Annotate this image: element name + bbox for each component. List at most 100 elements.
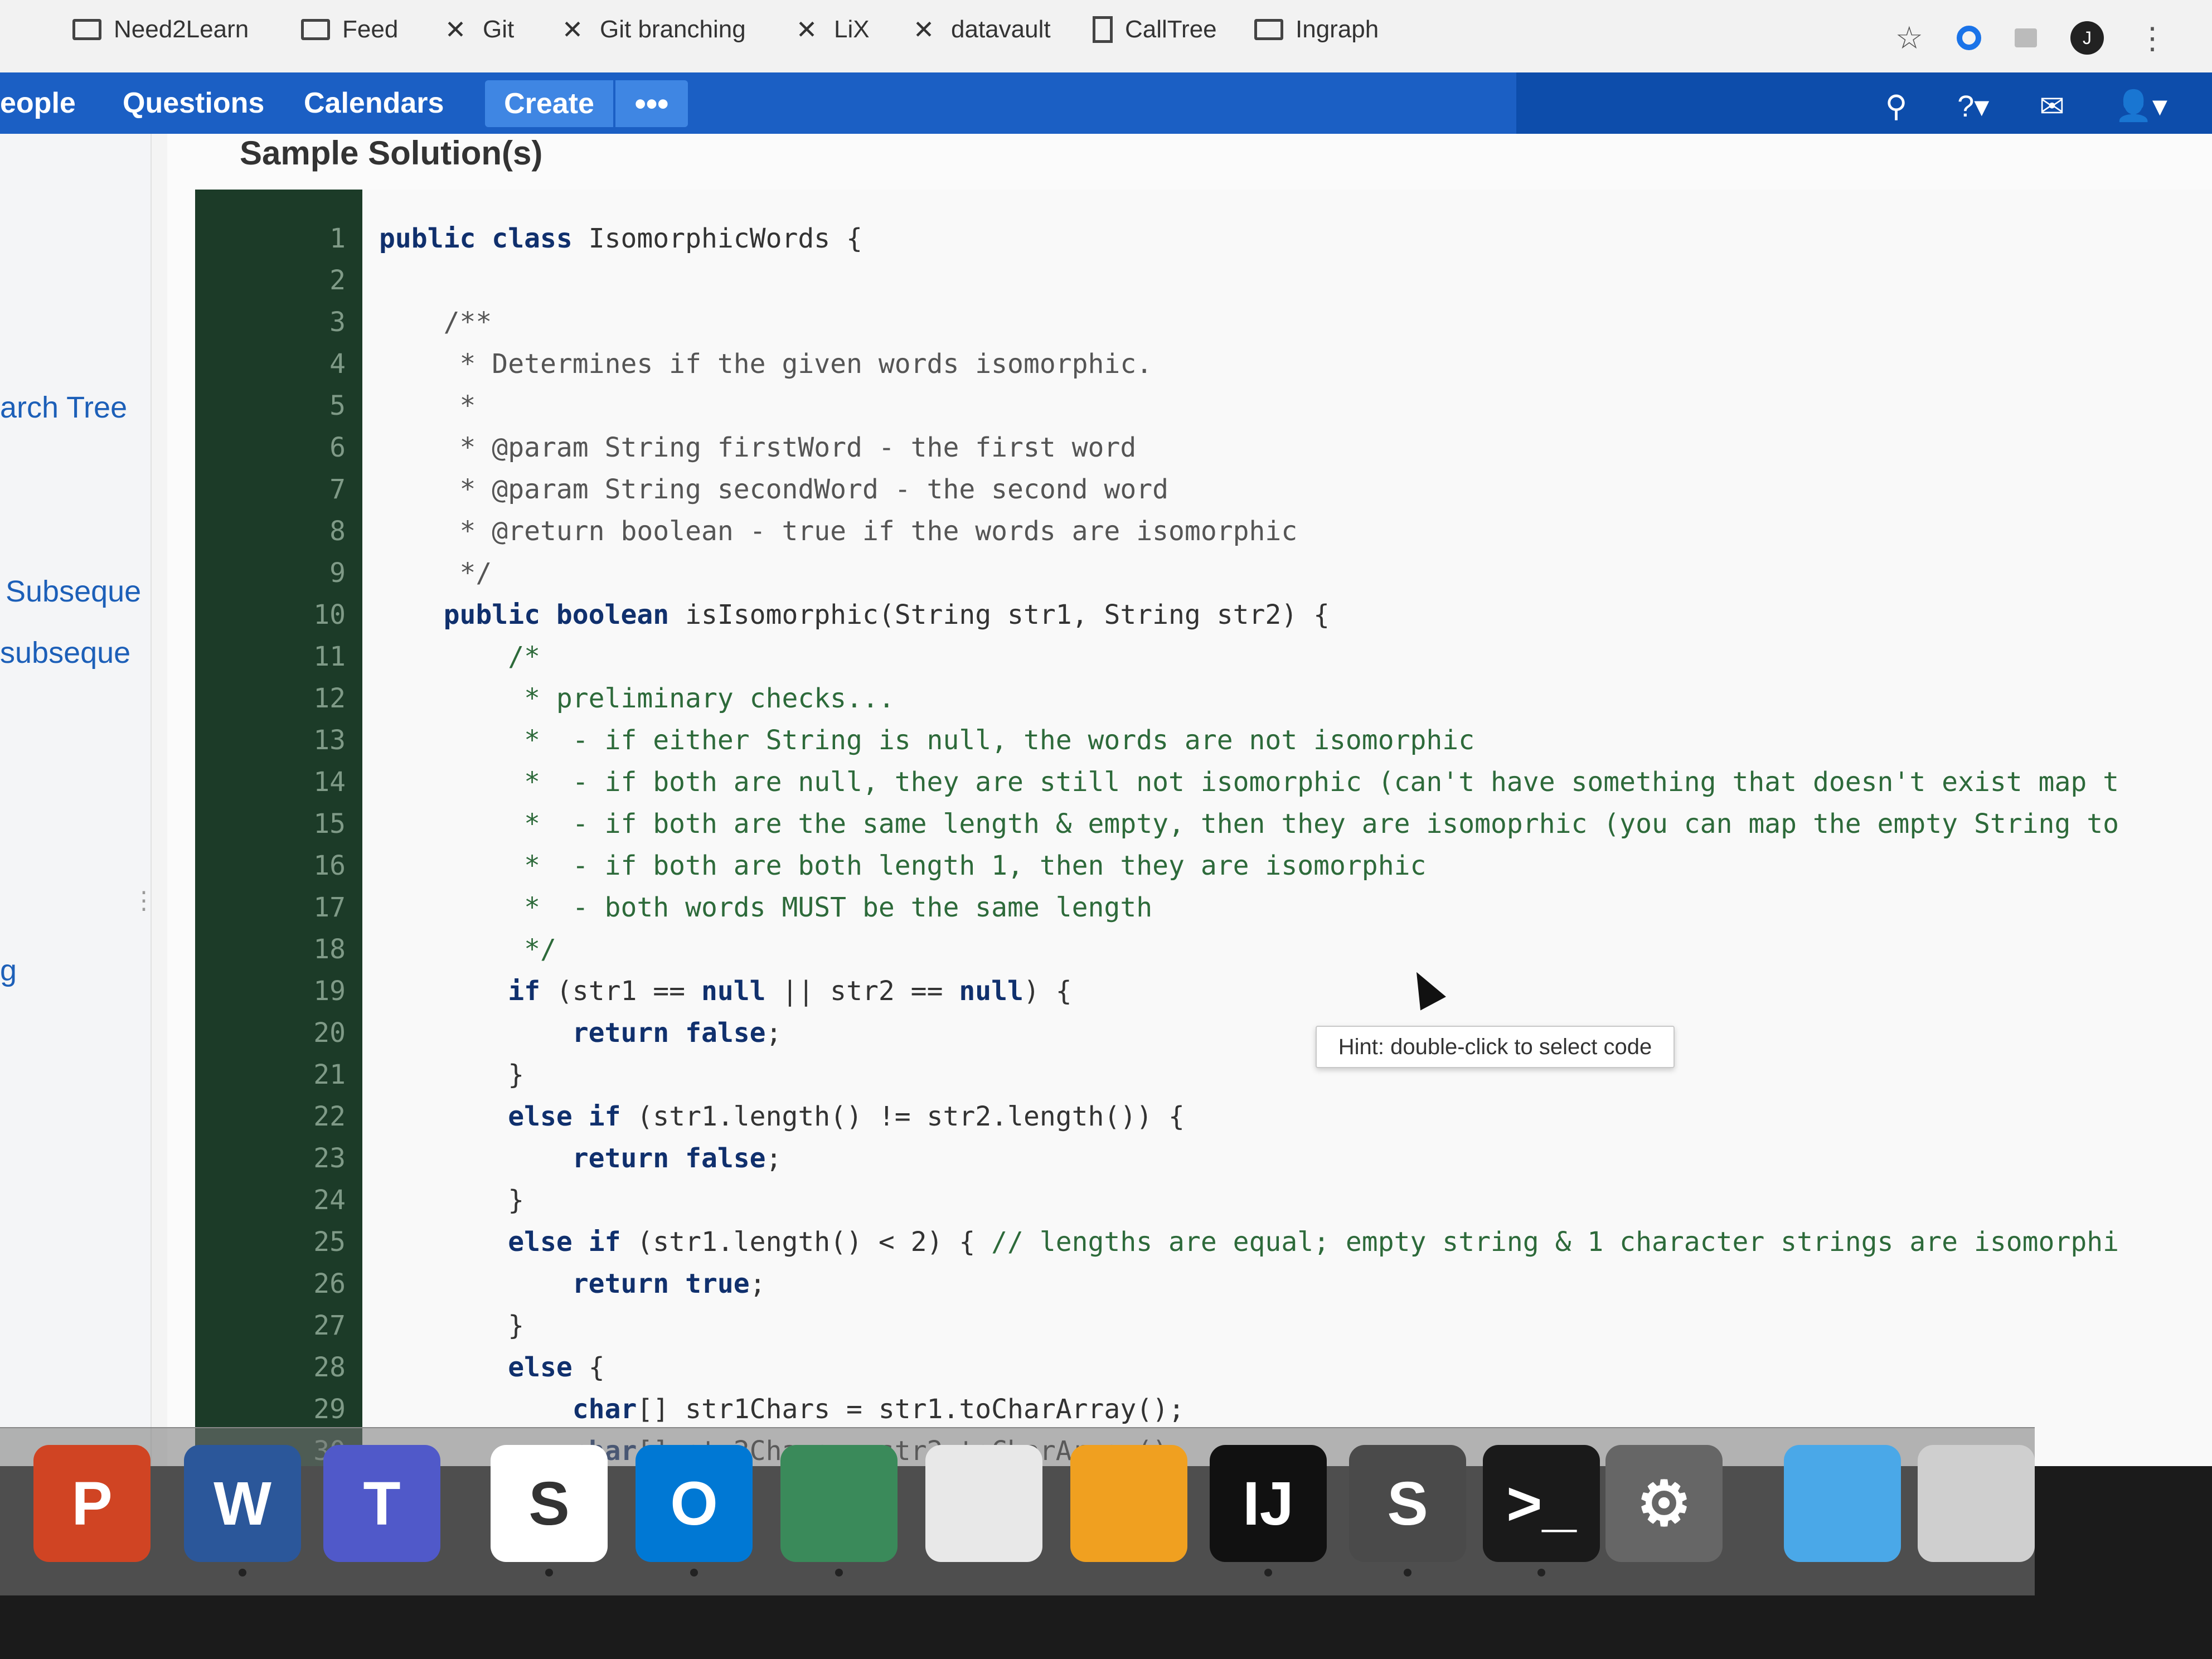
downloads-icon[interactable] xyxy=(1784,1445,1901,1562)
code-token: * @param String firstWord - the first wo… xyxy=(379,432,1137,463)
sidebar-link-subsequence[interactable]: Subseque xyxy=(6,574,141,609)
code-line[interactable]: /** xyxy=(379,307,492,338)
intellij-icon[interactable]: IJ xyxy=(1210,1445,1327,1562)
line-number: 21 xyxy=(313,1059,346,1090)
code-token: else if xyxy=(379,1101,637,1132)
code-line[interactable]: return false; xyxy=(379,1143,782,1174)
line-number: 12 xyxy=(313,683,346,714)
create-button[interactable]: Create xyxy=(485,80,613,127)
outlook-icon[interactable]: O xyxy=(636,1445,753,1562)
code-line[interactable]: } xyxy=(379,1185,524,1216)
code-line[interactable]: else if (str1.length() < 2) { // lengths… xyxy=(379,1226,2119,1258)
sublime-icon[interactable]: S xyxy=(1349,1445,1466,1562)
appstore-icon[interactable] xyxy=(1070,1445,1187,1562)
code-token: { xyxy=(588,1352,605,1383)
bookmark-git[interactable]: ✕ Git xyxy=(440,10,515,49)
vpn-icon[interactable] xyxy=(780,1445,898,1562)
bookmark-label: Need2Learn xyxy=(114,16,249,43)
word-icon[interactable]: W xyxy=(184,1445,301,1562)
extension-icon[interactable] xyxy=(2015,28,2037,47)
bookmark-lix[interactable]: ✕ LiX xyxy=(792,10,870,49)
nav-right-icons: ⚲ ?▾ ✉ 👤▾ xyxy=(1885,78,2167,134)
wifi-icon[interactable] xyxy=(925,1445,1042,1562)
code-line[interactable]: * @return boolean - true if the words ar… xyxy=(379,516,1297,547)
running-indicator xyxy=(1264,1569,1272,1576)
tools-icon: ✕ xyxy=(561,15,584,44)
sidebar-link-g[interactable]: g xyxy=(0,953,17,988)
browser-menu-icon[interactable]: ⋮ xyxy=(2137,21,2167,56)
line-number: 27 xyxy=(313,1310,346,1341)
extension-ring-icon[interactable] xyxy=(1957,26,1981,50)
code-line[interactable]: public class IsomorphicWords { xyxy=(379,223,862,254)
line-number: 18 xyxy=(313,934,346,965)
code-token: /* xyxy=(379,641,540,672)
code-line[interactable]: } xyxy=(379,1059,524,1090)
code-line[interactable]: */ xyxy=(379,557,492,589)
nav-questions[interactable]: Questions xyxy=(123,85,264,122)
code-line[interactable]: * - both words MUST be the same length xyxy=(379,892,1152,923)
notifications-icon[interactable]: ✉ xyxy=(2039,89,2064,124)
powerpoint-icon[interactable]: P xyxy=(33,1445,151,1562)
code-token: IsomorphicWords { xyxy=(588,223,862,254)
code-line[interactable]: else { xyxy=(379,1352,605,1383)
trash-icon[interactable] xyxy=(1918,1445,2035,1562)
nav-people[interactable]: eople xyxy=(0,85,76,122)
terminal-icon[interactable]: >_ xyxy=(1483,1445,1600,1562)
code-line[interactable]: return false; xyxy=(379,1017,782,1049)
code-line[interactable]: * @param String secondWord - the second … xyxy=(379,474,1168,505)
code-line[interactable]: } xyxy=(379,1310,524,1341)
running-indicator xyxy=(1404,1569,1411,1576)
code-line[interactable]: * xyxy=(379,390,476,421)
bookmark-git-branching[interactable]: ✕ Git branching xyxy=(557,10,746,49)
line-number: 22 xyxy=(313,1101,346,1132)
bookmark-ingraph[interactable]: Ingraph xyxy=(1254,10,1379,49)
teams-icon[interactable]: T xyxy=(323,1445,440,1562)
tools-icon: ✕ xyxy=(795,15,818,44)
bookmark-label: Git xyxy=(483,16,515,43)
bookmark-calltree[interactable]: CallTree xyxy=(1093,10,1217,49)
code-token: } xyxy=(379,1310,525,1341)
code-line[interactable]: return true; xyxy=(379,1268,766,1299)
line-number: 7 xyxy=(329,474,346,505)
code-line[interactable]: * preliminary checks... xyxy=(379,683,895,714)
bookmark-datavault[interactable]: ✕ datavault xyxy=(909,10,1051,49)
sidebar-link-subsequence-2[interactable]: subseque xyxy=(0,636,130,670)
code-token: } xyxy=(379,1059,525,1090)
line-number: 3 xyxy=(329,307,346,338)
nav-left: eople Questions Calendars Create ••• xyxy=(0,72,1516,134)
bookmark-star-icon[interactable]: ☆ xyxy=(1895,20,1923,56)
code-line[interactable]: char[] str1Chars = str1.toCharArray(); xyxy=(379,1394,1185,1425)
bookmark-need2learn[interactable]: Need2Learn xyxy=(72,10,249,49)
code-line[interactable]: * - if both are the same length & empty,… xyxy=(379,808,2119,840)
nav-calendars[interactable]: Calendars xyxy=(304,85,444,122)
resize-handle[interactable]: ⋮ xyxy=(132,886,156,915)
code-line[interactable]: * Determines if the given words isomorph… xyxy=(379,348,1152,380)
line-number: 25 xyxy=(313,1226,346,1258)
code-token: return true xyxy=(379,1268,750,1299)
code-token: */ xyxy=(379,934,556,965)
sidebar: arch Tree Subseque subseque g ⋮ « xyxy=(0,134,156,1571)
bookmark-label: LiX xyxy=(834,16,870,43)
code-token: (str1.length() != str2.length()) { xyxy=(637,1101,1185,1132)
code-line[interactable]: * - if both are both length 1, then they… xyxy=(379,850,1426,881)
code-line[interactable]: * - if both are null, they are still not… xyxy=(379,767,2119,798)
code-line[interactable]: /* xyxy=(379,641,540,672)
code-line[interactable]: * @param String firstWord - the first wo… xyxy=(379,432,1136,463)
code-token: * - if either String is null, the words … xyxy=(379,725,1475,756)
search-icon[interactable]: ⚲ xyxy=(1885,89,1908,124)
running-indicator xyxy=(545,1569,553,1576)
user-avatar-icon[interactable]: 👤▾ xyxy=(2115,88,2167,124)
profile-avatar[interactable]: J xyxy=(2070,21,2104,55)
code-line[interactable]: if (str1 == null || str2 == null) { xyxy=(379,976,1071,1007)
code-line[interactable]: */ xyxy=(379,934,556,965)
code-line[interactable]: public boolean isIsomorphic(String str1,… xyxy=(379,599,1330,630)
code-line[interactable]: * - if either String is null, the words … xyxy=(379,725,1474,756)
sidebar-link-search-tree[interactable]: arch Tree xyxy=(0,390,127,425)
code-token: null xyxy=(701,976,766,1007)
help-icon[interactable]: ?▾ xyxy=(1957,89,1989,124)
slack-icon[interactable]: S xyxy=(491,1445,608,1562)
more-button[interactable]: ••• xyxy=(615,80,688,127)
code-line[interactable]: else if (str1.length() != str2.length())… xyxy=(379,1101,1185,1132)
preferences-icon[interactable]: ⚙ xyxy=(1605,1445,1723,1562)
bookmark-feed[interactable]: Feed xyxy=(301,10,398,49)
